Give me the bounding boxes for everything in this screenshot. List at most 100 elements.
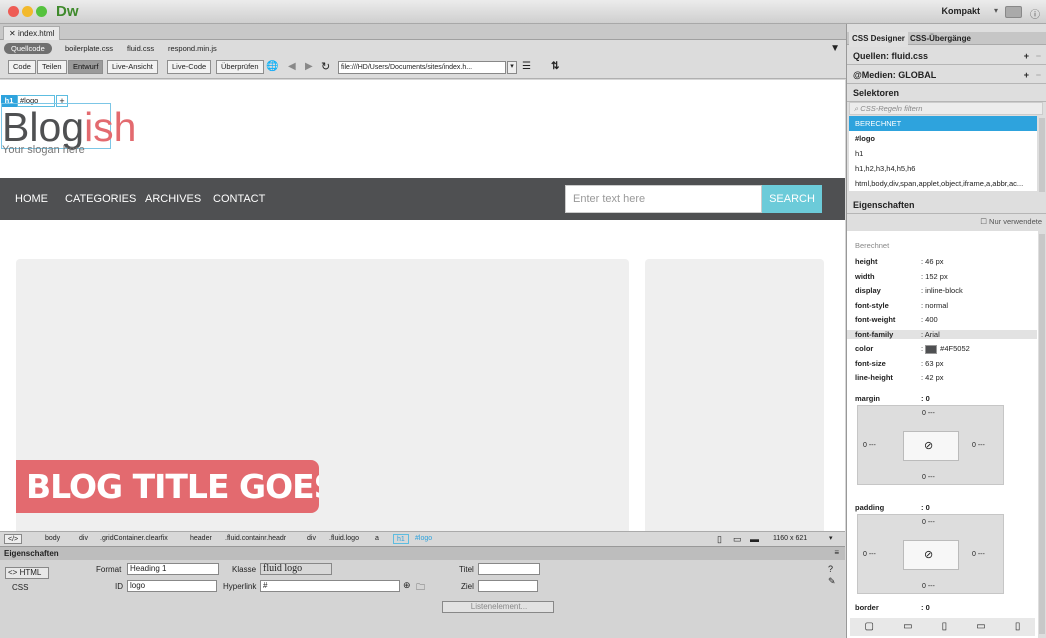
padding-left-value[interactable]: 0 --- <box>863 551 876 558</box>
design-view-button[interactable]: Entwurf <box>68 60 104 74</box>
nav-archives[interactable]: ARCHIVES <box>145 193 201 205</box>
folder-icon[interactable]: 🗀 <box>416 580 425 596</box>
live-code-button[interactable]: Live-Code <box>167 60 212 74</box>
link-icon[interactable]: ⊘ <box>924 439 933 452</box>
split-view-button[interactable]: Teilen <box>37 60 67 74</box>
selector-logo[interactable]: #logo <box>849 131 1037 146</box>
property-row-font-size[interactable]: font-size: 63 px <box>855 359 944 368</box>
color-swatch[interactable] <box>925 344 938 354</box>
property-row-width[interactable]: width: 152 px <box>855 272 948 281</box>
point-to-file-icon[interactable]: ⊕ <box>403 580 411 591</box>
tablet-size-icon[interactable]: ▭ <box>730 534 745 544</box>
tag-body[interactable]: body <box>42 534 63 544</box>
code-tag-icon[interactable]: </> <box>4 534 23 544</box>
format-select[interactable]: Heading 1 <box>127 563 219 575</box>
site-search-button[interactable]: SEARCH <box>762 185 822 213</box>
property-row-font-family[interactable]: font-family: Arial <box>847 329 1037 339</box>
property-value[interactable]: 63 px <box>925 359 943 368</box>
hyperlink-field[interactable]: # <box>260 580 400 592</box>
globe-icon[interactable]: 🌐 <box>266 61 278 72</box>
window-size[interactable]: 1160 x 621 <box>770 534 810 544</box>
padding-value[interactable]: 0 <box>926 503 930 512</box>
url-field[interactable]: file:///HD/Users/Documents/sites/index.h… <box>338 61 506 74</box>
tag-fluid-logo[interactable]: .fluid.logo <box>326 534 362 544</box>
url-dropdown-icon[interactable]: ▾ <box>507 61 517 74</box>
selectors-scrollbar[interactable] <box>1039 118 1045 192</box>
property-row-line-height[interactable]: line-height: 42 px <box>855 373 944 382</box>
remove-icon[interactable]: − <box>1036 66 1041 84</box>
tag-h1[interactable]: h1 <box>393 534 409 544</box>
tag-header[interactable]: header <box>187 534 215 544</box>
chevron-down-icon[interactable]: ▾ <box>826 534 836 544</box>
only-used-checkbox[interactable]: ☐ Nur verwendete <box>980 217 1042 226</box>
tag-div[interactable]: div <box>76 534 91 544</box>
property-row-font-style[interactable]: font-style: normal <box>855 301 948 310</box>
panel-menu-icon[interactable]: ≡ <box>834 548 839 557</box>
border-right-icon[interactable]: ▯ <box>942 618 948 636</box>
tab-css-designer[interactable]: CSS Designer <box>849 32 908 47</box>
title-field[interactable] <box>478 563 540 575</box>
forward-arrow-icon[interactable]: ▶ <box>305 61 313 72</box>
related-file-fluid[interactable]: fluid.css <box>127 43 154 54</box>
source-code-pill[interactable]: Quellcode <box>4 43 52 54</box>
property-value[interactable]: Arial <box>925 330 940 339</box>
border-all-icon[interactable]: ▢ <box>865 618 874 636</box>
css-mode-button[interactable]: CSS <box>12 583 28 592</box>
code-view-button[interactable]: Code <box>8 60 36 74</box>
media-header[interactable]: @Medien: GLOBAL + − <box>847 66 1046 84</box>
selector-headings[interactable]: h1,h2,h3,h4,h5,h6 <box>849 161 1037 176</box>
sync-icon[interactable]: ⇅ <box>551 61 559 72</box>
selector-filter-input[interactable]: ⌕ CSS-Regeln filtern <box>849 102 1043 115</box>
property-row-font-weight[interactable]: font-weight: 400 <box>855 315 938 324</box>
border-top-icon[interactable]: ▭ <box>903 618 912 636</box>
property-row-height[interactable]: height: 46 px <box>855 257 944 266</box>
add-icon[interactable]: + <box>1024 66 1029 84</box>
padding-top-value[interactable]: 0 --- <box>922 519 935 526</box>
selector-reset[interactable]: html,body,div,span,applet,object,iframe,… <box>849 176 1037 191</box>
back-arrow-icon[interactable]: ◀ <box>288 61 296 72</box>
mobile-size-icon[interactable]: ▯ <box>714 534 725 544</box>
chevron-down-icon[interactable]: ▾ <box>994 6 998 18</box>
remove-icon[interactable]: − <box>1036 47 1041 65</box>
info-icon[interactable]: ⓘ <box>1030 6 1040 21</box>
file-management-icon[interactable]: ☰ <box>522 61 531 72</box>
link-icon[interactable]: ⊘ <box>924 548 933 561</box>
margin-top-value[interactable]: 0 --- <box>922 410 935 417</box>
selector-computed[interactable]: BERECHNET <box>849 116 1037 131</box>
property-value[interactable]: 46 px <box>925 257 943 266</box>
workspace-switcher[interactable]: Kompakt <box>941 6 980 16</box>
sources-header[interactable]: Quellen: fluid.css + − <box>847 47 1046 65</box>
property-value[interactable]: #4F5052 <box>940 344 970 353</box>
desktop-size-icon[interactable]: ▬ <box>747 534 762 544</box>
tag-div-2[interactable]: div <box>304 534 319 544</box>
close-window-button[interactable] <box>8 6 19 17</box>
tab-index-html[interactable]: ✕ index.html <box>3 26 61 40</box>
properties-scrollbar[interactable] <box>1039 234 1045 634</box>
property-value[interactable]: 400 <box>925 315 938 324</box>
site-search-input[interactable]: Enter text here <box>565 185 762 213</box>
nav-contact[interactable]: CONTACT <box>213 193 265 205</box>
property-row-color[interactable]: color: #4F5052 <box>855 344 970 354</box>
border-bottom-icon[interactable]: ▭ <box>976 618 985 636</box>
selector-h1[interactable]: h1 <box>849 146 1037 161</box>
property-value[interactable]: 152 px <box>925 272 948 281</box>
tag-fluid-containr[interactable]: .fluid.containr.headr <box>222 534 289 544</box>
close-icon[interactable]: ✕ <box>9 29 18 38</box>
related-file-respond[interactable]: respond.min.js <box>168 43 217 54</box>
tag-logo-id[interactable]: #logo <box>412 534 435 544</box>
padding-bottom-value[interactable]: 0 --- <box>922 583 935 590</box>
refresh-icon[interactable]: ↻ <box>321 60 330 73</box>
filter-icon[interactable]: ▼ <box>830 43 840 54</box>
nav-home[interactable]: HOME <box>15 193 48 205</box>
related-file-boilerplate[interactable]: boilerplate.css <box>65 43 113 54</box>
minimize-window-button[interactable] <box>22 6 33 17</box>
property-value[interactable]: normal <box>925 301 948 310</box>
margin-right-value[interactable]: 0 --- <box>972 442 985 449</box>
tag-a[interactable]: a <box>372 534 382 544</box>
inspect-button[interactable]: Überprüfen <box>216 60 264 74</box>
border-value[interactable]: 0 <box>926 603 930 612</box>
margin-bottom-value[interactable]: 0 --- <box>922 474 935 481</box>
target-select[interactable] <box>478 580 538 592</box>
extensions-icon[interactable] <box>1005 6 1022 18</box>
page-logo[interactable]: Blogish <box>1 103 136 150</box>
